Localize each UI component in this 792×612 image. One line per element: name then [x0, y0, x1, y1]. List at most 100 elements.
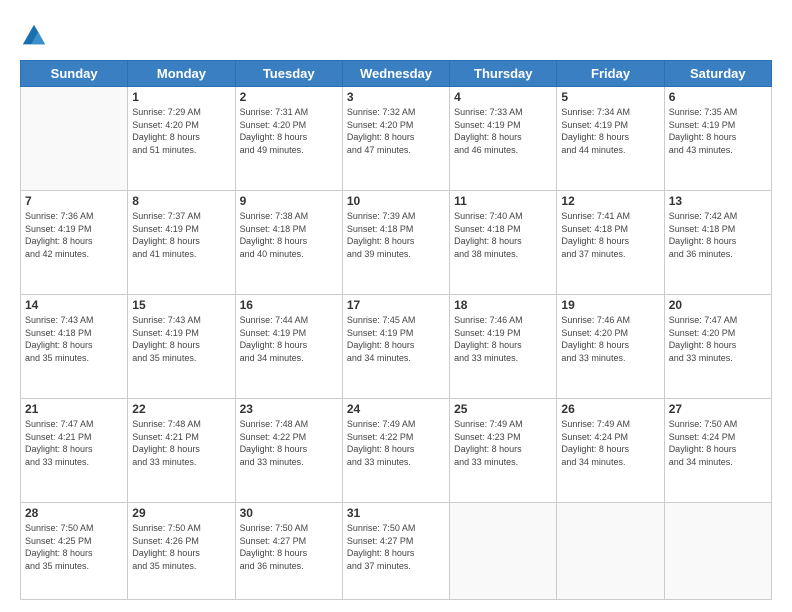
calendar-cell: 4 Sunrise: 7:33 AM Sunset: 4:19 PM Daylig…: [450, 87, 557, 191]
day-number: 21: [25, 402, 123, 416]
calendar-cell: 7Sunrise: 7:36 AM Sunset: 4:19 PM Daylig…: [21, 191, 128, 295]
day-info: Sunrise: 7:46 AM Sunset: 4:19 PM Dayligh…: [454, 314, 552, 364]
calendar-cell: 11Sunrise: 7:40 AM Sunset: 4:18 PM Dayli…: [450, 191, 557, 295]
calendar-cell: 6 Sunrise: 7:35 AM Sunset: 4:19 PM Daylig…: [664, 87, 771, 191]
calendar-cell: 3 Sunrise: 7:32 AM Sunset: 4:20 PM Daylig…: [342, 87, 449, 191]
calendar-cell: 25 Sunrise: 7:49 AM Sunset: 4:23 PM Dayli…: [450, 399, 557, 503]
day-number: 29: [132, 506, 230, 520]
day-info: Sunrise: 7:33 AM Sunset: 4:19 PM Dayligh…: [454, 106, 552, 156]
calendar-cell: 27 Sunrise: 7:50 AM Sunset: 4:24 PM Dayli…: [664, 399, 771, 503]
calendar-cell: 10 Sunrise: 7:39 AM Sunset: 4:18 PM Dayli…: [342, 191, 449, 295]
calendar-cell: 5Sunrise: 7:34 AM Sunset: 4:19 PM Daylig…: [557, 87, 664, 191]
calendar-cell: 24Sunrise: 7:49 AM Sunset: 4:22 PM Dayli…: [342, 399, 449, 503]
day-number: 4: [454, 90, 552, 104]
day-info: Sunrise: 7:50 AM Sunset: 4:26 PM Dayligh…: [132, 522, 230, 572]
day-number: 3: [347, 90, 445, 104]
calendar-day-header: Monday: [128, 61, 235, 87]
day-info: Sunrise: 7:35 AM Sunset: 4:19 PM Dayligh…: [669, 106, 767, 156]
calendar-day-header: Thursday: [450, 61, 557, 87]
calendar-cell: [450, 503, 557, 600]
logo: [20, 22, 52, 50]
calendar-cell: 28Sunrise: 7:50 AM Sunset: 4:25 PM Dayli…: [21, 503, 128, 600]
day-number: 12: [561, 194, 659, 208]
day-info: Sunrise: 7:45 AM Sunset: 4:19 PM Dayligh…: [347, 314, 445, 364]
calendar-cell: 15Sunrise: 7:43 AM Sunset: 4:19 PM Dayli…: [128, 295, 235, 399]
day-number: 23: [240, 402, 338, 416]
day-number: 13: [669, 194, 767, 208]
calendar-cell: 8 Sunrise: 7:37 AM Sunset: 4:19 PM Daylig…: [128, 191, 235, 295]
day-number: 1: [132, 90, 230, 104]
calendar-cell: 23 Sunrise: 7:48 AM Sunset: 4:22 PM Dayli…: [235, 399, 342, 503]
calendar-cell: 17 Sunrise: 7:45 AM Sunset: 4:19 PM Dayli…: [342, 295, 449, 399]
calendar-cell: 16Sunrise: 7:44 AM Sunset: 4:19 PM Dayli…: [235, 295, 342, 399]
calendar-week-row: 1 Sunrise: 7:29 AM Sunset: 4:20 PM Daylig…: [21, 87, 772, 191]
header: [20, 18, 772, 50]
day-info: Sunrise: 7:50 AM Sunset: 4:27 PM Dayligh…: [347, 522, 445, 572]
day-number: 31: [347, 506, 445, 520]
day-number: 19: [561, 298, 659, 312]
calendar-cell: 1 Sunrise: 7:29 AM Sunset: 4:20 PM Daylig…: [128, 87, 235, 191]
day-number: 24: [347, 402, 445, 416]
day-info: Sunrise: 7:47 AM Sunset: 4:21 PM Dayligh…: [25, 418, 123, 468]
day-number: 9: [240, 194, 338, 208]
calendar-header-row: SundayMondayTuesdayWednesdayThursdayFrid…: [21, 61, 772, 87]
day-number: 25: [454, 402, 552, 416]
day-info: Sunrise: 7:36 AM Sunset: 4:19 PM Dayligh…: [25, 210, 123, 260]
day-info: Sunrise: 7:32 AM Sunset: 4:20 PM Dayligh…: [347, 106, 445, 156]
day-number: 16: [240, 298, 338, 312]
calendar-cell: 18 Sunrise: 7:46 AM Sunset: 4:19 PM Dayli…: [450, 295, 557, 399]
day-info: Sunrise: 7:29 AM Sunset: 4:20 PM Dayligh…: [132, 106, 230, 156]
calendar-cell: 20Sunrise: 7:47 AM Sunset: 4:20 PM Dayli…: [664, 295, 771, 399]
day-number: 22: [132, 402, 230, 416]
page: SundayMondayTuesdayWednesdayThursdayFrid…: [0, 0, 792, 612]
calendar-cell: 19 Sunrise: 7:46 AM Sunset: 4:20 PM Dayli…: [557, 295, 664, 399]
day-info: Sunrise: 7:49 AM Sunset: 4:23 PM Dayligh…: [454, 418, 552, 468]
day-info: Sunrise: 7:48 AM Sunset: 4:22 PM Dayligh…: [240, 418, 338, 468]
calendar-cell: 22 Sunrise: 7:48 AM Sunset: 4:21 PM Dayli…: [128, 399, 235, 503]
day-info: Sunrise: 7:49 AM Sunset: 4:24 PM Dayligh…: [561, 418, 659, 468]
day-number: 18: [454, 298, 552, 312]
day-number: 2: [240, 90, 338, 104]
day-info: Sunrise: 7:31 AM Sunset: 4:20 PM Dayligh…: [240, 106, 338, 156]
calendar-cell: 26Sunrise: 7:49 AM Sunset: 4:24 PM Dayli…: [557, 399, 664, 503]
day-number: 20: [669, 298, 767, 312]
calendar-cell: 2 Sunrise: 7:31 AM Sunset: 4:20 PM Daylig…: [235, 87, 342, 191]
calendar-cell: [21, 87, 128, 191]
day-info: Sunrise: 7:50 AM Sunset: 4:24 PM Dayligh…: [669, 418, 767, 468]
day-number: 15: [132, 298, 230, 312]
day-number: 10: [347, 194, 445, 208]
calendar-day-header: Wednesday: [342, 61, 449, 87]
calendar-cell: 9 Sunrise: 7:38 AM Sunset: 4:18 PM Daylig…: [235, 191, 342, 295]
calendar-cell: 13 Sunrise: 7:42 AM Sunset: 4:18 PM Dayli…: [664, 191, 771, 295]
day-info: Sunrise: 7:43 AM Sunset: 4:18 PM Dayligh…: [25, 314, 123, 364]
calendar-week-row: 7Sunrise: 7:36 AM Sunset: 4:19 PM Daylig…: [21, 191, 772, 295]
calendar-cell: [557, 503, 664, 600]
day-number: 5: [561, 90, 659, 104]
calendar-day-header: Sunday: [21, 61, 128, 87]
day-info: Sunrise: 7:42 AM Sunset: 4:18 PM Dayligh…: [669, 210, 767, 260]
day-info: Sunrise: 7:41 AM Sunset: 4:18 PM Dayligh…: [561, 210, 659, 260]
day-info: Sunrise: 7:39 AM Sunset: 4:18 PM Dayligh…: [347, 210, 445, 260]
calendar-cell: 31 Sunrise: 7:50 AM Sunset: 4:27 PM Dayli…: [342, 503, 449, 600]
day-number: 6: [669, 90, 767, 104]
day-info: Sunrise: 7:48 AM Sunset: 4:21 PM Dayligh…: [132, 418, 230, 468]
calendar-cell: 29 Sunrise: 7:50 AM Sunset: 4:26 PM Dayli…: [128, 503, 235, 600]
day-info: Sunrise: 7:50 AM Sunset: 4:27 PM Dayligh…: [240, 522, 338, 572]
day-info: Sunrise: 7:37 AM Sunset: 4:19 PM Dayligh…: [132, 210, 230, 260]
calendar-cell: 12 Sunrise: 7:41 AM Sunset: 4:18 PM Dayli…: [557, 191, 664, 295]
calendar-week-row: 28Sunrise: 7:50 AM Sunset: 4:25 PM Dayli…: [21, 503, 772, 600]
day-info: Sunrise: 7:38 AM Sunset: 4:18 PM Dayligh…: [240, 210, 338, 260]
logo-icon: [20, 22, 48, 50]
day-info: Sunrise: 7:46 AM Sunset: 4:20 PM Dayligh…: [561, 314, 659, 364]
day-info: Sunrise: 7:50 AM Sunset: 4:25 PM Dayligh…: [25, 522, 123, 572]
calendar-cell: 14Sunrise: 7:43 AM Sunset: 4:18 PM Dayli…: [21, 295, 128, 399]
calendar-week-row: 14Sunrise: 7:43 AM Sunset: 4:18 PM Dayli…: [21, 295, 772, 399]
calendar-cell: 21 Sunrise: 7:47 AM Sunset: 4:21 PM Dayli…: [21, 399, 128, 503]
day-number: 30: [240, 506, 338, 520]
day-number: 17: [347, 298, 445, 312]
day-info: Sunrise: 7:40 AM Sunset: 4:18 PM Dayligh…: [454, 210, 552, 260]
calendar-cell: [664, 503, 771, 600]
day-number: 27: [669, 402, 767, 416]
day-number: 8: [132, 194, 230, 208]
calendar-day-header: Tuesday: [235, 61, 342, 87]
